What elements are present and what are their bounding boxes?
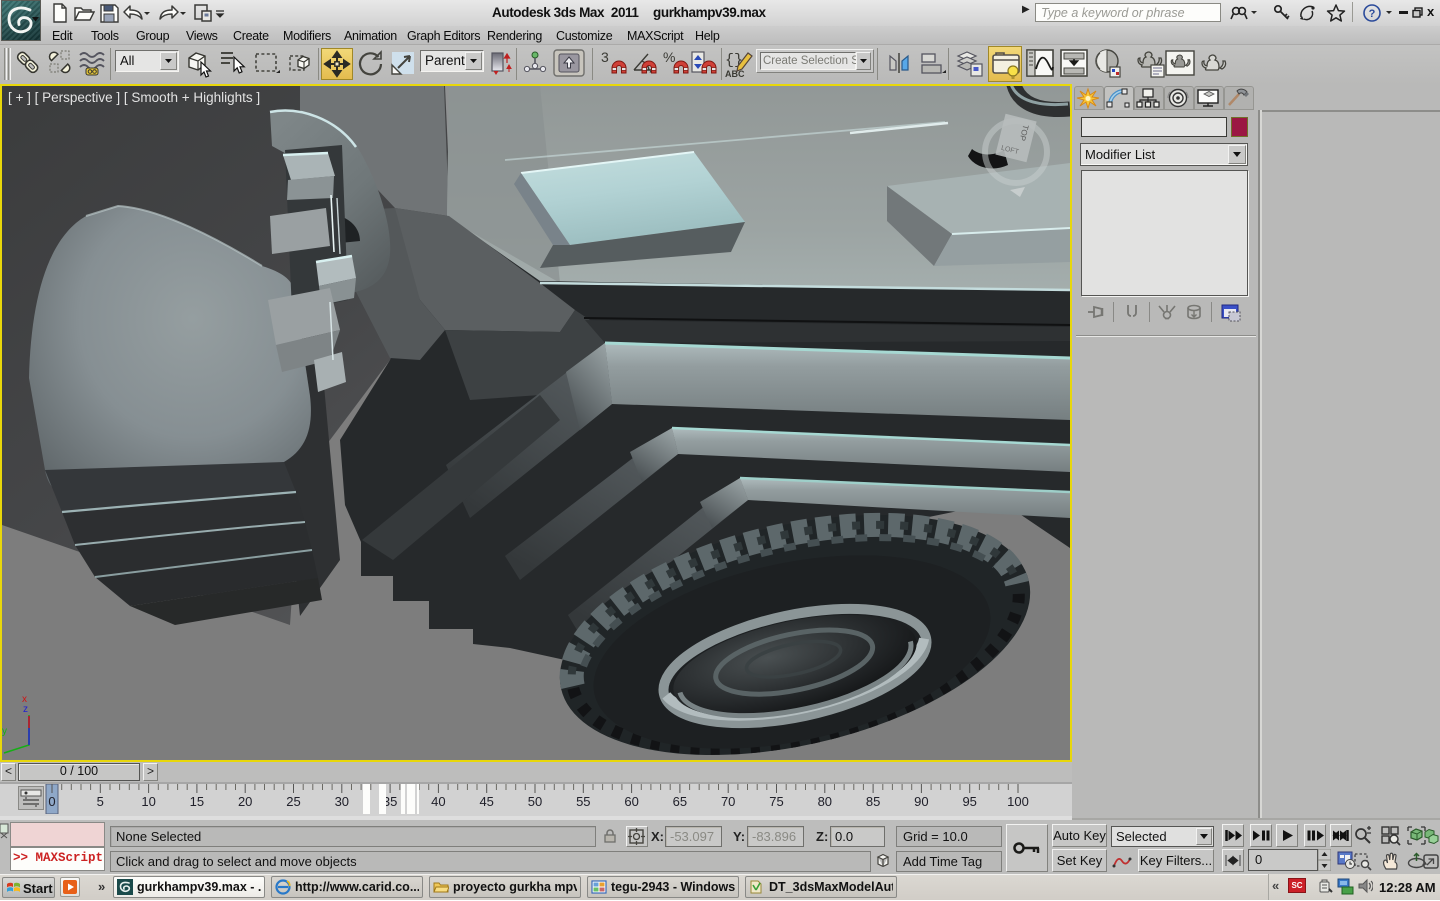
svg-text:95: 95: [962, 794, 976, 809]
svg-text:ABC: ABC: [725, 69, 745, 79]
svg-text:10: 10: [141, 794, 155, 809]
svg-text:?: ?: [1369, 8, 1376, 20]
svg-text:60: 60: [624, 794, 638, 809]
svg-text:90: 90: [914, 794, 928, 809]
svg-text:0: 0: [48, 794, 55, 809]
svg-text:75: 75: [769, 794, 783, 809]
svg-text:3: 3: [601, 49, 609, 65]
svg-text:45: 45: [479, 794, 493, 809]
svg-text:20: 20: [238, 794, 252, 809]
svg-text:70: 70: [721, 794, 735, 809]
svg-text:100: 100: [1007, 794, 1029, 809]
svg-text:15: 15: [190, 794, 204, 809]
svg-text:z: z: [23, 704, 28, 715]
svg-text:[ + ] [ Perspective ] [ Smooth: [ + ] [ Perspective ] [ Smooth + Highlig…: [8, 90, 260, 105]
svg-text:85: 85: [866, 794, 880, 809]
svg-text:65: 65: [673, 794, 687, 809]
svg-text:y: y: [2, 726, 7, 737]
svg-text:50: 50: [528, 794, 542, 809]
svg-text:25: 25: [286, 794, 300, 809]
svg-text:30: 30: [335, 794, 349, 809]
svg-text:80: 80: [818, 794, 832, 809]
svg-text:%: %: [663, 49, 675, 65]
svg-text:40: 40: [431, 794, 445, 809]
svg-text:5: 5: [97, 794, 104, 809]
svg-text:55: 55: [576, 794, 590, 809]
